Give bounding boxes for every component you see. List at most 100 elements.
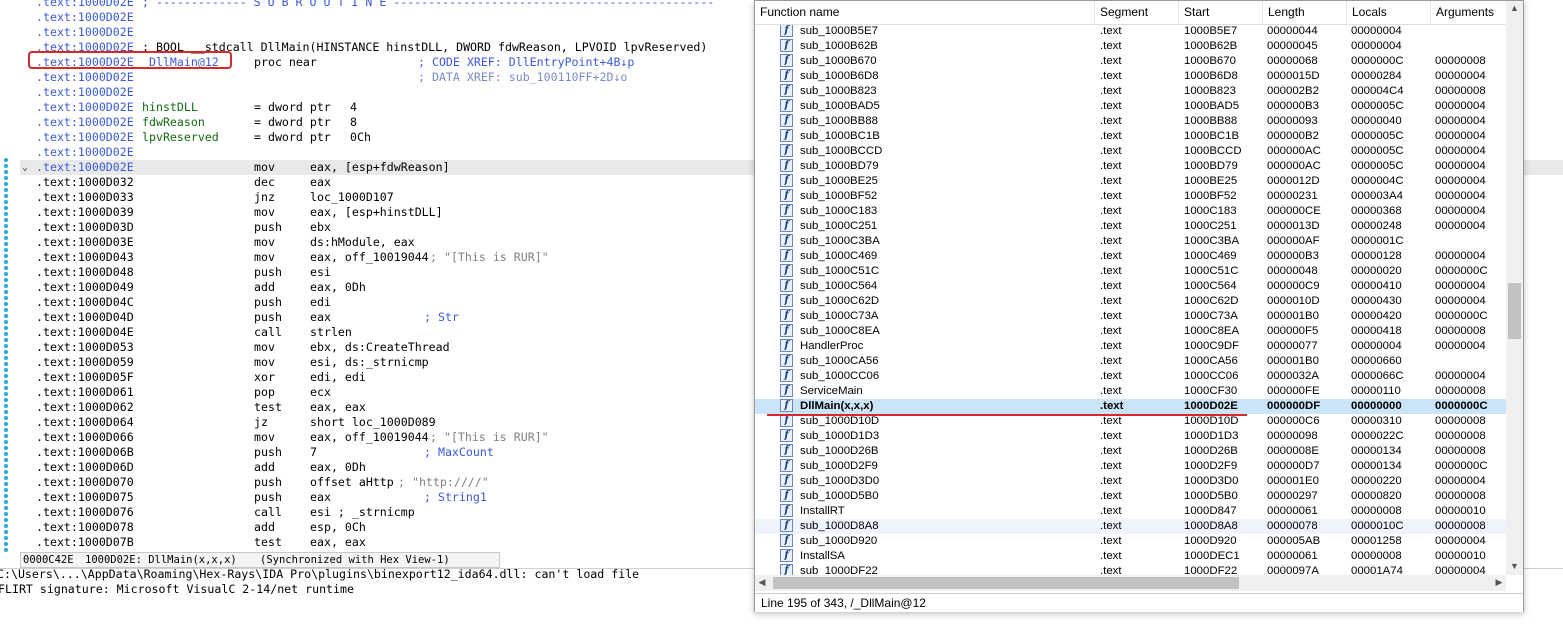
function-row[interactable]: f DllMain(x,x,x) .text 1000D02E 000000DF 0000… — [755, 399, 1506, 414]
line-operand[interactable]: short loc_1000D089 — [310, 415, 436, 430]
line-operand[interactable]: eax, eax — [310, 400, 366, 415]
line-operand[interactable]: eax — [310, 310, 331, 325]
horizontal-scroll-thumb[interactable] — [773, 577, 1239, 589]
line-operand[interactable]: eax, [esp+hinstDLL] — [310, 205, 443, 220]
cell-function-name: sub_1000D1D3 — [800, 430, 880, 442]
line-operand[interactable]: eax, off_10019044 — [310, 430, 429, 445]
cell-locals: 00000410 — [1351, 280, 1402, 292]
function-row[interactable]: f sub_1000D26B .text 1000D26B 0000008E 000001… — [755, 444, 1506, 459]
line-operand[interactable]: eax, eax — [310, 535, 366, 550]
function-row[interactable]: f sub_1000C62D .text 1000C62D 0000010D 000004… — [755, 294, 1506, 309]
cell-function-name: HandlerProc — [800, 340, 864, 352]
function-row[interactable]: f sub_1000BAD5 .text 1000BAD5 000000B3 000000… — [755, 99, 1506, 114]
cell-function-name: sub_1000D2F9 — [800, 460, 878, 472]
column-header-length[interactable]: Length — [1263, 1, 1347, 25]
function-row[interactable]: f sub_1000B6D8 .text 1000B6D8 0000015D 000002… — [755, 69, 1506, 84]
line-operand[interactable]: esi, ds:_strnicmp — [310, 355, 429, 370]
function-row[interactable]: f sub_1000D5B0 .text 1000D5B0 00000297 000008… — [755, 489, 1506, 504]
line-operand[interactable]: edi — [310, 295, 331, 310]
line-operand[interactable]: 8 — [350, 115, 357, 130]
function-row[interactable]: f sub_1000B670 .text 1000B670 00000068 000000… — [755, 54, 1506, 69]
line-address: .text:1000D048 — [36, 265, 134, 279]
function-row[interactable]: f sub_1000B62B .text 1000B62B 00000045 000000… — [755, 39, 1506, 54]
function-row[interactable]: f sub_1000B5E7 .text 1000B5E7 00000044 000000… — [755, 25, 1506, 39]
function-row[interactable]: f sub_1000D1D3 .text 1000D1D3 00000098 000002… — [755, 429, 1506, 444]
line-operand[interactable]: eax — [310, 490, 331, 505]
line-operand[interactable]: esp, 0Ch — [310, 520, 366, 535]
line-operand[interactable]: ds:hModule, eax — [310, 235, 415, 250]
function-row[interactable]: f sub_1000C469 .text 1000C469 000000B3 000001… — [755, 249, 1506, 264]
scroll-up-icon[interactable]: ▲ — [1506, 3, 1523, 13]
functions-window[interactable]: Function name Segment Start Length Local… — [754, 0, 1524, 612]
line-address: .text:1000D04E — [36, 325, 134, 339]
line-operand[interactable]: 0Ch — [350, 130, 371, 145]
line-operand[interactable]: edi, edi — [310, 370, 366, 385]
column-header-function-name[interactable]: Function name — [755, 1, 1095, 25]
column-header-start[interactable]: Start — [1179, 1, 1263, 25]
scroll-left-icon[interactable]: ◀ — [755, 577, 769, 588]
line-operand[interactable]: esi ; _strnicmp — [310, 505, 415, 520]
line-operand[interactable]: 7 — [310, 445, 317, 460]
function-row[interactable]: f sub_1000C183 .text 1000C183 000000CE 000003… — [755, 204, 1506, 219]
function-row[interactable]: f HandlerProc .text 1000C9DF 00000077 0000000… — [755, 339, 1506, 354]
function-row[interactable]: f sub_1000D3D0 .text 1000D3D0 000001E0 000002… — [755, 474, 1506, 489]
function-row[interactable]: f sub_1000B823 .text 1000B823 000002B2 000004… — [755, 84, 1506, 99]
line-operand[interactable]: strlen — [310, 325, 352, 340]
function-row[interactable]: f sub_1000BF52 .text 1000BF52 00000231 000003… — [755, 189, 1506, 204]
flow-dot — [4, 410, 8, 414]
vertical-scroll-thumb[interactable] — [1508, 283, 1521, 339]
function-row[interactable]: f sub_1000C564 .text 1000C564 000000C9 000004… — [755, 279, 1506, 294]
function-row[interactable]: f sub_1000BB88 .text 1000BB88 00000093 000000… — [755, 114, 1506, 129]
cell-length: 0000032A — [1267, 370, 1319, 382]
line-label[interactable]: hinstDLL — [142, 100, 198, 115]
cell-segment: .text — [1100, 175, 1122, 187]
function-row[interactable]: f sub_1000BD79 .text 1000BD79 000000AC 000000… — [755, 159, 1506, 174]
line-operand[interactable]: ebx — [310, 220, 331, 235]
line-comment: ; "http:////" — [398, 475, 489, 489]
function-row[interactable]: f sub_1000DF22 .text 1000DF22 0000097A 00001A… — [755, 564, 1506, 575]
line-operand[interactable]: eax — [310, 175, 331, 190]
cell-length: 00000231 — [1267, 190, 1318, 202]
function-row[interactable]: f sub_1000BCCD .text 1000BCCD 000000AC 000000… — [755, 144, 1506, 159]
line-label[interactable]: fdwReason — [142, 115, 205, 130]
column-header-locals[interactable]: Locals — [1347, 1, 1431, 25]
line-address: .text:1000D02E — [36, 145, 134, 159]
line-label[interactable]: lpvReserved — [142, 130, 219, 145]
function-row[interactable]: f InstallRT .text 1000D847 00000061 00000008 0… — [755, 504, 1506, 519]
function-row[interactable]: f sub_1000D10D .text 1000D10D 000000C6 000003… — [755, 414, 1506, 429]
function-row[interactable]: f InstallSA .text 1000DEC1 00000061 00000008 0… — [755, 549, 1506, 564]
function-row[interactable]: f sub_1000D920 .text 1000D920 000005AB 000012… — [755, 534, 1506, 549]
cell-start: 1000BE25 — [1184, 175, 1238, 187]
line-operand[interactable]: ebx, ds:CreateThread — [310, 340, 450, 355]
function-row[interactable]: f sub_1000D2F9 .text 1000D2F9 000000D7 000001… — [755, 459, 1506, 474]
collapse-icon[interactable]: ⌄ — [22, 160, 28, 175]
function-row[interactable]: f sub_1000C3BA .text 1000C3BA 000000AF 000000… — [755, 234, 1506, 249]
cell-start: 1000D10D — [1184, 415, 1239, 427]
function-row[interactable]: f sub_1000CA56 .text 1000CA56 000001B0 000006… — [755, 354, 1506, 369]
line-operand[interactable]: eax, off_10019044 — [310, 250, 429, 265]
line-operand[interactable]: eax, 0Dh — [310, 460, 366, 475]
function-row[interactable]: f sub_1000BC1B .text 1000BC1B 000000B2 000000… — [755, 129, 1506, 144]
scroll-down-icon[interactable]: ▼ — [1506, 561, 1523, 571]
function-row[interactable]: f sub_1000BE25 .text 1000BE25 0000012D 000000… — [755, 174, 1506, 189]
function-row[interactable]: f sub_1000C51C .text 1000C51C 00000048 000000… — [755, 264, 1506, 279]
line-operand[interactable]: loc_1000D107 — [310, 190, 394, 205]
function-row[interactable]: f sub_1000D8A8 .text 1000D8A8 00000078 000001… — [755, 519, 1506, 534]
line-operand[interactable]: ecx — [310, 385, 331, 400]
scroll-right-icon[interactable]: ▶ — [1492, 577, 1506, 588]
column-header-segment[interactable]: Segment — [1095, 1, 1179, 25]
column-header-arguments[interactable]: Arguments — [1431, 1, 1506, 25]
line-address: .text:1000D043 — [36, 250, 134, 264]
function-row[interactable]: f sub_1000C8EA .text 1000C8EA 000000F5 000004… — [755, 324, 1506, 339]
function-row[interactable]: f sub_1000C251 .text 1000C251 0000013D 000002… — [755, 219, 1506, 234]
function-row[interactable]: f sub_1000C73A .text 1000C73A 000001B0 000004… — [755, 309, 1506, 324]
function-row[interactable]: f ServiceMain .text 1000CF30 000000FE 0000011… — [755, 384, 1506, 399]
line-operand[interactable]: 4 — [350, 100, 357, 115]
functions-list[interactable]: f sub_1000B5E7 .text 1000B5E7 00000044 000000… — [755, 25, 1506, 575]
line-operand[interactable]: eax, 0Dh — [310, 280, 366, 295]
line-operand[interactable]: eax, [esp+fdwReason] — [310, 160, 450, 175]
function-row[interactable]: f sub_1000CC06 .text 1000CC06 0000032A 000006… — [755, 369, 1506, 384]
line-operand[interactable]: esi — [310, 265, 331, 280]
line-operand[interactable]: offset aHttp — [310, 475, 394, 490]
line-label[interactable]: ; ------------- S U B R O U T I N E ----… — [142, 0, 714, 10]
